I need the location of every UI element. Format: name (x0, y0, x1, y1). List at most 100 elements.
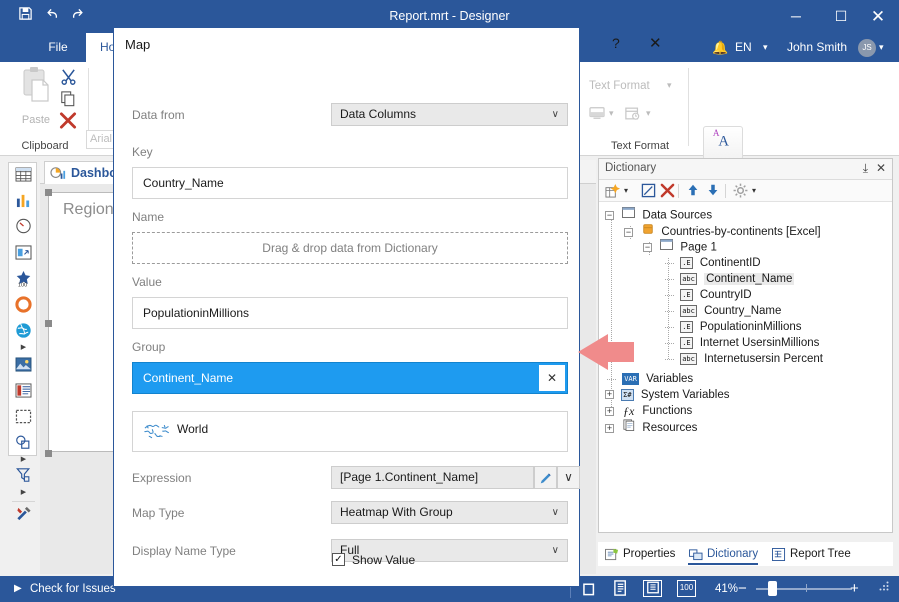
image-tool-icon[interactable] (12, 356, 35, 378)
tree-node-countries-by-continents[interactable]: − Countries-by-continents [Excel] (624, 223, 821, 239)
zoom-slider-thumb[interactable] (768, 581, 777, 596)
progress-tool-icon[interactable]: 100 (12, 270, 35, 292)
filter-tool-more-icon[interactable]: ▶ (19, 488, 28, 497)
selection-handle[interactable] (45, 450, 52, 457)
tree-node-data-sources[interactable]: − Data Sources (605, 207, 712, 223)
tree-node-continentid[interactable]: .E ContinentID (665, 255, 761, 271)
copy-icon[interactable] (60, 91, 76, 111)
name-dropzone[interactable]: Drag & drop data from Dictionary (132, 232, 568, 264)
dock-tab-report-tree[interactable]: Report Tree (771, 543, 851, 565)
close-icon[interactable]: ✕ (876, 161, 886, 175)
date-format-icon[interactable] (625, 106, 641, 125)
filter-tool-icon[interactable] (12, 467, 35, 489)
show-value-checkbox[interactable]: ✓ (332, 553, 345, 566)
expander-icon[interactable]: + (605, 407, 614, 416)
tools-tool-icon[interactable] (12, 505, 35, 527)
tree-node-internet-users-in-percent[interactable]: abc Internetusersin Percent (665, 351, 823, 367)
pin-icon[interactable]: ⤓ (863, 161, 868, 176)
group-field[interactable]: Continent_Name ✕ (132, 362, 568, 394)
close-button[interactable]: ✕ (857, 0, 899, 33)
expander-icon[interactable]: − (643, 243, 652, 252)
scissors-icon[interactable] (60, 68, 77, 89)
tree-node-functions[interactable]: + ƒx Functions (605, 403, 692, 419)
redo-icon[interactable] (66, 6, 88, 28)
map-type-select[interactable]: Heatmap With Group ∨ (331, 501, 568, 524)
expression-input[interactable]: [Page 1.Continent_Name] (331, 466, 534, 489)
expression-edit-button[interactable] (534, 466, 557, 489)
dictionary-tree[interactable]: − Data Sources − Countries-by-continents… (599, 204, 892, 532)
minimize-button[interactable]: ─ (775, 0, 817, 33)
key-field[interactable]: Country_Name (132, 167, 568, 199)
settings-icon[interactable] (733, 183, 748, 202)
map-tool-more-icon[interactable]: ▶ (19, 343, 28, 352)
preview-view-button[interactable] (643, 580, 662, 597)
expander-icon[interactable]: − (624, 228, 633, 237)
resize-grip-icon[interactable] (878, 576, 890, 602)
move-down-icon[interactable] (706, 183, 720, 201)
dock-tab-properties[interactable]: Properties (604, 543, 675, 565)
delete-icon[interactable] (660, 183, 675, 202)
settings-caret-icon[interactable]: ▾ (752, 183, 756, 199)
text-background-icon[interactable] (589, 106, 605, 124)
table-tool-icon[interactable] (12, 166, 35, 188)
check-issues-caret-icon[interactable]: ▶ (14, 576, 22, 602)
tree-node-internet-users-in-millions[interactable]: .E Internet UsersinMillions (665, 335, 819, 351)
move-up-icon[interactable] (686, 183, 700, 201)
tree-node-continent-name[interactable]: abc Continent_Name (665, 271, 794, 287)
dictionary-panel: Dictionary ⤓ ✕ ▾ (598, 158, 893, 533)
user-name[interactable]: John Smith (787, 33, 847, 62)
page-view-button[interactable] (582, 580, 601, 597)
selection-handle[interactable] (45, 320, 52, 327)
tree-node-system-variables[interactable]: + Σ# System Variables (605, 387, 729, 403)
expression-dropdown-button[interactable]: ∨ (557, 466, 580, 489)
dialog-close-icon[interactable]: ✕ (649, 34, 662, 52)
design-view-button[interactable] (612, 580, 631, 597)
expander-icon[interactable]: + (605, 390, 614, 399)
edit-icon[interactable] (641, 183, 656, 202)
value-field[interactable]: PopulationinMillions (132, 297, 568, 329)
account-caret-icon[interactable]: ▾ (879, 33, 884, 62)
panel-tool-icon[interactable] (12, 408, 35, 430)
expander-icon[interactable]: + (605, 424, 614, 433)
new-item-icon[interactable] (605, 183, 620, 202)
group-clear-button[interactable]: ✕ (539, 365, 565, 391)
paste-button[interactable]: Paste (12, 66, 60, 132)
maximize-button[interactable]: ☐ (820, 0, 862, 33)
tree-node-page-1[interactable]: − Page 1 (643, 239, 717, 255)
zoom-100-button[interactable]: 100 (677, 580, 696, 597)
map-selector[interactable]: World (132, 411, 568, 452)
language-selector[interactable]: EN (735, 33, 752, 62)
undo-icon[interactable] (42, 6, 64, 28)
chart-tool-icon[interactable] (12, 192, 35, 214)
tree-node-country-name[interactable]: abc Country_Name (665, 303, 781, 319)
check-for-issues-button[interactable]: Check for Issues (30, 576, 116, 602)
expander-icon[interactable]: − (605, 211, 614, 220)
tree-node-countryid[interactable]: .E CountryID (665, 287, 752, 303)
dock-tab-dictionary[interactable]: Dictionary (688, 543, 758, 565)
clear-formatting-icon[interactable] (59, 112, 77, 134)
data-from-select[interactable]: Data Columns ∨ (331, 103, 568, 126)
help-icon[interactable]: ? (612, 35, 620, 51)
shape-tool-icon[interactable] (12, 434, 35, 456)
language-caret-icon[interactable]: ▾ (763, 33, 768, 62)
resources-icon (621, 419, 636, 437)
tree-node-resources[interactable]: + Resources (605, 419, 697, 435)
richtext-tool-icon[interactable] (12, 382, 35, 404)
shape-tool-more-icon[interactable]: ▶ (19, 455, 28, 464)
gauge-tool-icon[interactable] (12, 218, 35, 240)
zoom-in-button[interactable]: + (850, 576, 859, 602)
avatar[interactable]: JS (858, 39, 876, 57)
tree-node-population-in-millions[interactable]: .E PopulationinMillions (665, 319, 802, 335)
text-format-caret-icon[interactable]: ▾ (667, 80, 672, 91)
indicator-tool-icon[interactable] (12, 244, 35, 266)
bell-icon[interactable]: 🔔 (712, 33, 728, 62)
pie-tool-icon[interactable] (12, 296, 35, 318)
save-icon[interactable] (14, 6, 36, 28)
new-item-caret-icon[interactable]: ▾ (624, 183, 628, 199)
map-tool-icon[interactable] (12, 322, 35, 344)
selection-handle[interactable] (45, 189, 52, 196)
text-background-caret-icon[interactable]: ▾ (609, 108, 614, 119)
date-format-caret-icon[interactable]: ▾ (646, 108, 651, 119)
tab-file[interactable]: File (30, 33, 86, 62)
zoom-out-button[interactable]: − (738, 576, 747, 602)
